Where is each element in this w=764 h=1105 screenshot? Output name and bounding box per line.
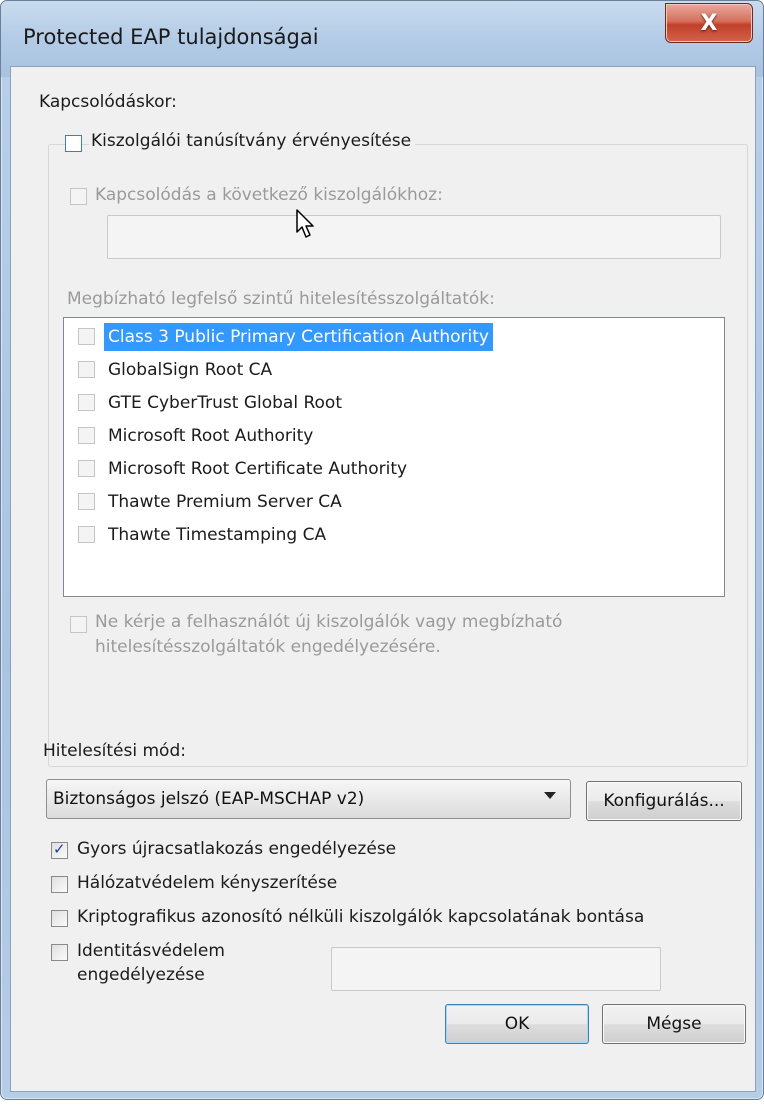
ca-checkbox[interactable] xyxy=(78,526,95,543)
ca-checkbox[interactable] xyxy=(78,460,95,477)
connect-to-servers-label: Kapcsolódás a következő kiszolgálókhoz: xyxy=(95,185,443,205)
dropdown-arrow-icon xyxy=(544,792,556,799)
ca-name: Class 3 Public Primary Certification Aut… xyxy=(104,323,493,351)
ca-checkbox[interactable] xyxy=(78,427,95,444)
ca-checkbox[interactable] xyxy=(78,328,95,345)
connect-to-servers-checkbox[interactable] xyxy=(70,188,87,205)
ca-name: Thawte Premium Server CA xyxy=(108,492,342,512)
crypto-binding-label: Kriptografikus azonosító nélküli kiszolg… xyxy=(77,907,645,927)
window-title: Protected EAP tulajdonságai xyxy=(23,25,319,49)
close-button[interactable]: X xyxy=(665,3,753,43)
dialog-window: Protected EAP tulajdonságai X Kapcsolódá… xyxy=(0,0,764,1100)
validate-server-cert-label: Kiszolgálói tanúsítvány érvényesítése xyxy=(89,131,416,151)
trusted-cas-label: Megbízható legfelső szintű hitelesítéssz… xyxy=(67,289,495,309)
cancel-button[interactable]: Mégse xyxy=(602,1004,746,1044)
auth-method-value: Biztonságos jelszó (EAP-MSCHAP v2) xyxy=(53,789,365,809)
auth-method-select[interactable]: Biztonságos jelszó (EAP-MSCHAP v2) xyxy=(46,779,571,819)
no-prompt-label-line2: hitelesítésszolgáltatók engedélyezésére. xyxy=(95,637,441,657)
ca-checkbox[interactable] xyxy=(78,493,95,510)
fast-reconnect-checkbox[interactable] xyxy=(51,840,68,859)
no-prompt-label-line1: Ne kérje a felhasználót új kiszolgálók v… xyxy=(95,612,563,632)
ca-name: Microsoft Root Certificate Authority xyxy=(108,459,408,479)
nap-enforce-label: Hálózatvédelem kényszerítése xyxy=(77,873,338,893)
mouse-cursor-icon xyxy=(296,209,314,238)
servers-input[interactable] xyxy=(107,215,721,259)
crypto-binding-checkbox[interactable] xyxy=(51,910,68,927)
configure-button[interactable]: Konfigurálás... xyxy=(586,781,742,821)
validate-server-cert-checkbox[interactable] xyxy=(65,135,82,152)
ca-name: Thawte Timestamping CA xyxy=(108,525,327,545)
nap-enforce-checkbox[interactable] xyxy=(51,876,68,893)
identity-privacy-label-line2: engedélyezése xyxy=(77,965,205,985)
identity-privacy-checkbox[interactable] xyxy=(51,944,68,961)
ok-button[interactable]: OK xyxy=(445,1004,589,1044)
identity-input[interactable] xyxy=(331,947,661,991)
identity-privacy-label-line1: Identitásvédelem xyxy=(77,941,225,961)
ca-name: GlobalSign Root CA xyxy=(108,360,273,380)
auth-method-label: Hitelesítési mód: xyxy=(43,741,186,761)
trusted-cas-list[interactable]: Class 3 Public Primary Certification Aut… xyxy=(63,317,725,597)
no-prompt-checkbox[interactable] xyxy=(70,616,87,633)
ca-checkbox[interactable] xyxy=(78,394,95,411)
dialog-body: Kapcsolódáskor: Kiszolgálói tanúsítvány … xyxy=(10,66,756,1092)
on-connect-heading: Kapcsolódáskor: xyxy=(39,92,177,112)
close-icon: X xyxy=(700,10,718,36)
fast-reconnect-label: Gyors újracsatlakozás engedélyezése xyxy=(77,839,397,859)
ca-name: Microsoft Root Authority xyxy=(108,426,314,446)
ca-checkbox[interactable] xyxy=(78,361,95,378)
ca-name: GTE CyberTrust Global Root xyxy=(108,393,342,413)
